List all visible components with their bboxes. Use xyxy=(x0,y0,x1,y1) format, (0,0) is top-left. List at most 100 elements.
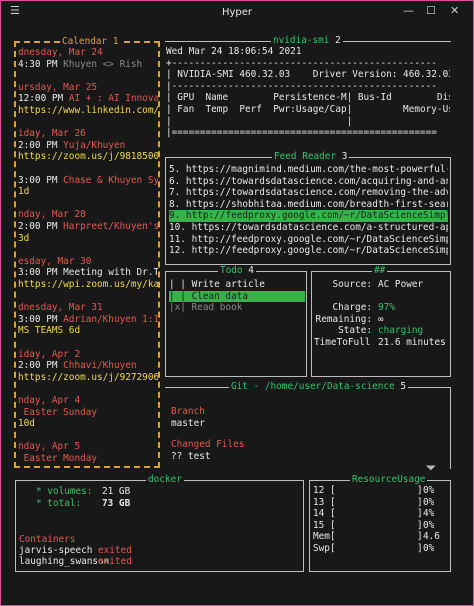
calendar-line: 2:00 PM Chhavi/Khuyen xyxy=(18,360,137,371)
calendar-pane-title: Calendar 1 xyxy=(60,36,121,48)
docker-pane[interactable]: docker * volumes: 21 GB * total: 73 GB C… xyxy=(15,474,304,572)
calendar-event-title: Yuja/Khuyen xyxy=(63,139,126,151)
feed-item[interactable]: 6. https://towardsdatascience.com/acquir… xyxy=(169,176,448,187)
resize-handle-icon[interactable]: ◥◤ xyxy=(426,462,436,473)
container-name[interactable]: laughing_swanson xyxy=(19,556,109,567)
feed-item[interactable]: 8. https://shobhitaa.medium.com/breadth-… xyxy=(169,199,448,210)
feed-item[interactable]: 11. http://feedproxy.google.com/~r/DataS… xyxy=(169,234,448,245)
calendar-line: nday, Apr 4 xyxy=(18,395,80,406)
git-pane[interactable]: Git - /home/user/Data-science 5 Branch m… xyxy=(165,381,451,469)
nvidia-line: Wed Mar 24 18:06:54 2021 xyxy=(166,46,302,57)
resource-label: Swp[ xyxy=(313,543,336,554)
resource-value: 0% xyxy=(423,485,435,496)
resource-value: 4.6 xyxy=(423,531,440,543)
battery-value: ∞ xyxy=(378,313,384,325)
todo-checkbox[interactable]: | | xyxy=(169,279,186,290)
calendar-line: 12:00 PM AI + : AI Innovation xyxy=(18,93,158,104)
git-branch-value: master xyxy=(171,418,205,429)
todo-checkbox[interactable]: | | xyxy=(169,291,186,302)
calendar-line: dnesday, Mar 31 xyxy=(18,302,103,313)
git-branch-label: Branch xyxy=(171,406,205,417)
calendar-line-text: ursday, Mar 25 xyxy=(18,81,98,93)
nvidia-line: | GPU Name Persistence-M| Bus-Id Disp.A … xyxy=(166,92,450,104)
docker-pane-title: docker xyxy=(146,474,184,486)
close-icon[interactable]: ✕ xyxy=(450,5,459,16)
resource-pane-title: ResourceUsage xyxy=(350,474,428,486)
docker-total-value: 73 GB xyxy=(102,498,131,509)
calendar-line: 3:00 PM Meeting with Dr.Trapp xyxy=(18,267,158,278)
feed-pane-title: Feed Reader 3 xyxy=(272,151,350,163)
nvidia-line: | NVIDIA-SMI 460.32.03 Driver Version: 4… xyxy=(166,69,450,81)
calendar-line: 4:30 PM Khuyen <> Rish xyxy=(18,59,142,70)
nvidia-pane-title: nvidia-smi 2 xyxy=(271,35,343,47)
calendar-line-text: 1d xyxy=(18,186,30,198)
calendar-line: 1d xyxy=(18,186,29,197)
docker-total-label: * total: xyxy=(36,498,82,509)
calendar-pane[interactable]: Calendar 1 dnesday, Mar 24 4:30 PM Khuyen… xyxy=(14,36,160,468)
calendar-line: ursday, Mar 25 xyxy=(18,82,97,93)
todo-item[interactable]: | | Write article xyxy=(169,279,265,290)
calendar-line: esday, Mar 30 xyxy=(18,256,91,267)
calendar-line-text: nday, Apr 4 xyxy=(18,395,81,406)
calendar-line: iday, Mar 26 xyxy=(18,128,86,139)
battery-label: Remaining: xyxy=(315,313,372,325)
calendar-line-text: nday, Mar 28 xyxy=(18,209,86,221)
calendar-line: MS TEAMS 6d xyxy=(18,325,80,336)
battery-label: TimeToFull: xyxy=(314,337,372,348)
calendar-line: Easter Sunday xyxy=(18,407,97,418)
resource-label: Mem[ xyxy=(313,531,336,543)
calendar-event-title: Chhavi/Khuyen xyxy=(63,360,137,372)
nvidia-line: +---------------------------------------… xyxy=(166,57,437,69)
calendar-line: Easter Monday xyxy=(18,453,97,464)
calendar-event-title: Harpreet/Khuyen's Cat xyxy=(63,221,158,232)
feed-item[interactable]: 10. https://towardsdatascience.com/a-str… xyxy=(169,222,448,233)
todo-pane[interactable]: Todo 4 | | Write article | | Clean data |x… xyxy=(165,265,307,377)
calendar-line: https://www.linkedin.com/even xyxy=(18,105,158,116)
battery-value: charging xyxy=(378,325,424,337)
maximize-icon[interactable]: ☐ xyxy=(426,5,436,16)
calendar-line-text: esday, Mar 30 xyxy=(18,255,92,267)
calendar-line: 3:00 PM Adrian/Khuyen 1:1 xyxy=(18,314,158,325)
container-status: exited xyxy=(98,556,132,567)
nvidia-line: | Fan Temp Perf Pwr:Usage/Cap| Memory-Us… xyxy=(166,104,450,115)
todo-checkbox[interactable]: |x| xyxy=(169,302,186,313)
feed-item[interactable]: 7. https://towardsdatascience.com/removi… xyxy=(169,187,448,198)
calendar-line-text: 3:00 PM xyxy=(18,174,64,186)
resource-bar-end: ] xyxy=(417,496,423,508)
calendar-events: dnesday, Mar 24 4:30 PM Khuyen <> Rish urs… xyxy=(18,47,158,465)
calendar-line-text: Easter Monday xyxy=(18,453,98,464)
calendar-line-text: iday, Apr 2 xyxy=(18,348,81,360)
git-changed-label: Changed Files xyxy=(171,439,245,450)
calendar-line-text: https://wpi.zoom.us/my/kaylaf xyxy=(18,279,158,290)
todo-item-text: Clean data xyxy=(185,290,249,302)
resource-label: 15 [ xyxy=(313,519,336,531)
feed-reader-pane[interactable]: Feed Reader 3 5. https://magnimind.mediu… xyxy=(165,151,451,265)
feed-item[interactable]: 5. https://magnimind.medium.com/the-most… xyxy=(169,164,448,175)
calendar-line-text: 3:00 PM xyxy=(18,313,64,325)
calendar-line-text: 2:00 PM xyxy=(18,221,64,232)
container-name[interactable]: jarvis-speech xyxy=(19,545,92,556)
git-pane-title: Git - /home/user/Data-science 5 xyxy=(229,381,408,393)
calendar-line: 3:00 PM Chase & Khuyen Sync xyxy=(18,175,158,186)
feed-item[interactable]: 9. http://feedproxy.google.com/~r/DataSc… xyxy=(169,210,448,222)
todo-pane-title: Todo 4 xyxy=(218,265,256,277)
battery-label: State: xyxy=(338,325,372,337)
todo-item[interactable]: | | Clean data xyxy=(169,290,305,302)
resource-bar-end: ] xyxy=(417,508,423,520)
resource-usage-pane: ResourceUsage 12 [0%] 13 [0%] 14 [4%] 15 [0… xyxy=(309,474,451,572)
feed-item[interactable]: 12. http://feedproxy.google.com/~r/DataS… xyxy=(169,245,448,256)
docker-volumes-label: * volumes: xyxy=(36,486,93,497)
calendar-line-text: https://www.linkedin.com/even xyxy=(18,105,158,116)
calendar-line-text: https://zoom.us/j/92729069699 xyxy=(18,371,158,383)
calendar-line: nday, Mar 28 xyxy=(18,209,86,220)
docker-containers-label: Containers xyxy=(19,534,76,545)
calendar-line: https://zoom.us/j/98185009068 xyxy=(18,151,158,162)
minimize-icon[interactable]: — xyxy=(403,5,414,16)
battery-value: 21.6 minutes xyxy=(378,337,446,348)
resource-value: 0% xyxy=(423,496,435,508)
todo-item[interactable]: |x| Read book xyxy=(169,302,242,313)
battery-value: 97% xyxy=(378,302,395,314)
resource-value: 4% xyxy=(423,508,435,520)
nvidia-smi-pane[interactable]: nvidia-smi 2 Wed Mar 24 18:06:54 2021 +--… xyxy=(165,35,451,148)
resource-bar-end: ] xyxy=(417,519,423,531)
